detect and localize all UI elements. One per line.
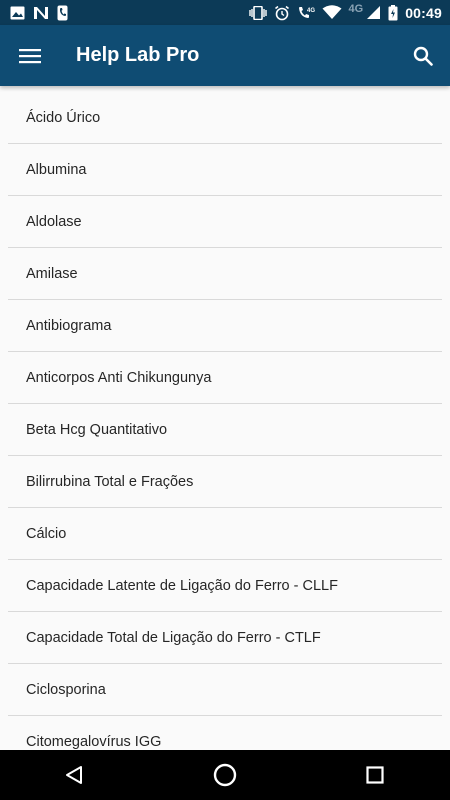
alarm-icon [274, 5, 290, 21]
wifi-icon [322, 5, 342, 20]
navigation-bar [0, 750, 450, 800]
list-item[interactable]: Capacidade Latente de Ligação do Ferro -… [8, 560, 442, 612]
list-item[interactable]: Anticorpos Anti Chikungunya [8, 352, 442, 404]
home-icon [213, 763, 237, 787]
list-item[interactable]: Albumina [8, 144, 442, 196]
status-bar-system-icons: 4G 4G 00:49 [248, 2, 443, 21]
exam-list[interactable]: Ácido Úrico Albumina Aldolase Amilase An… [8, 92, 442, 750]
status-bar-notifications [10, 5, 68, 21]
list-item[interactable]: Ciclosporina [8, 664, 442, 716]
image-icon [10, 6, 25, 20]
phone-notification-icon [57, 5, 68, 21]
recents-button[interactable] [345, 750, 405, 800]
list-item[interactable]: Ácido Úrico [8, 92, 442, 144]
status-bar: 4G 4G 00:49 [0, 0, 450, 25]
list-item[interactable]: Antibiograma [8, 300, 442, 352]
back-icon [65, 765, 85, 785]
list-item[interactable]: Cálcio [8, 508, 442, 560]
list-item[interactable]: Bilirrubina Total e Frações [8, 456, 442, 508]
list-item[interactable]: Capacidade Total de Ligação do Ferro - C… [8, 612, 442, 664]
status-bar-time: 00:49 [405, 4, 442, 21]
battery-icon [388, 4, 398, 21]
app-title: Help Lab Pro [76, 44, 200, 66]
vibrate-icon [248, 5, 267, 20]
hamburger-menu-icon [19, 48, 41, 64]
back-button[interactable] [45, 750, 105, 800]
list-item[interactable]: Citomegalovírus IGG [8, 716, 442, 750]
volte-call-icon: 4G [297, 5, 315, 21]
list-item[interactable]: Aldolase [8, 196, 442, 248]
signal-icon [366, 5, 381, 20]
svg-text:4G: 4G [307, 8, 315, 14]
search-button[interactable] [398, 25, 448, 86]
network-type-label: 4G [348, 2, 364, 15]
app-bar: Help Lab Pro [0, 25, 450, 86]
list-item[interactable]: Amilase [8, 248, 442, 300]
recents-icon [366, 766, 384, 784]
list-item[interactable]: Beta Hcg Quantitativo [8, 404, 442, 456]
home-button[interactable] [195, 750, 255, 800]
menu-button[interactable] [0, 25, 60, 86]
n-notification-icon [33, 6, 49, 20]
search-icon [413, 46, 433, 66]
